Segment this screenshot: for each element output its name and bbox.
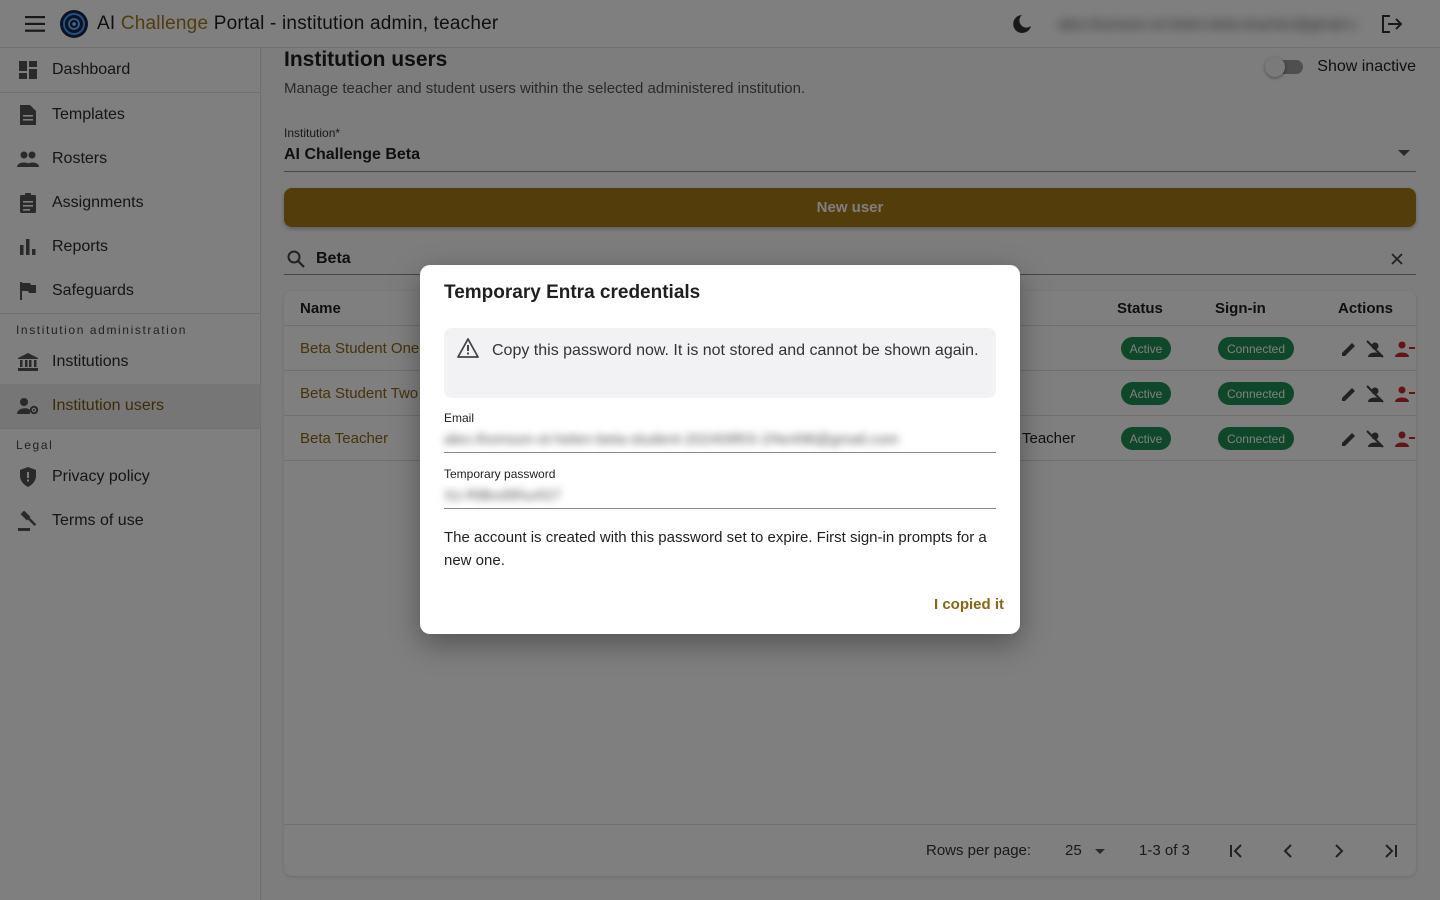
warning-icon [457, 338, 479, 360]
email-value[interactable]: alex.thomson-st-helen-beta-student-20240… [444, 431, 996, 448]
password-field[interactable]: Temporary password Xz-R8kvd9hu4S7 [444, 467, 996, 509]
email-label: Email [444, 411, 475, 425]
dialog-title: Temporary Entra credentials [444, 282, 701, 303]
credentials-dialog: Temporary Entra credentials Copy this pa… [420, 265, 1020, 634]
dialog-note: The account is created with this passwor… [444, 529, 987, 569]
warning-text: Copy this password now. It is not stored… [492, 342, 979, 359]
email-field[interactable]: Email alex.thomson-st-helen-beta-student… [444, 411, 996, 453]
i-copied-it-button[interactable]: I copied it [934, 596, 1004, 613]
password-value[interactable]: Xz-R8kvd9hu4S7 [444, 487, 996, 504]
password-label: Temporary password [444, 467, 556, 481]
warning-alert: Copy this password now. It is not stored… [444, 328, 996, 398]
